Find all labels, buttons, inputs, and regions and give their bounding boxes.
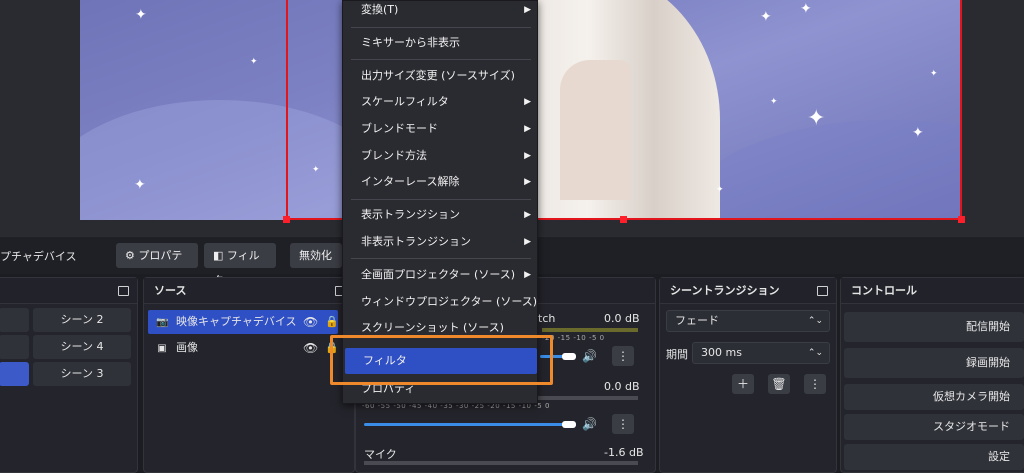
menu-item-blend-method[interactable]: ブレンド方法 ▶	[343, 143, 539, 169]
submenu-arrow-icon: ▶	[524, 177, 531, 187]
undock-icon[interactable]	[817, 286, 828, 296]
disable-button[interactable]: 無効化	[290, 243, 342, 268]
start-streaming-button[interactable]: 配信開始	[844, 312, 1024, 342]
gear-icon: ⚙	[125, 249, 135, 262]
highlight-annotation-box	[330, 335, 553, 385]
resize-handle[interactable]	[620, 216, 627, 223]
transition-menu-button[interactable]: ⋮	[804, 374, 826, 394]
camera-icon: 📷	[156, 317, 169, 328]
filter-icon: ◧	[213, 249, 224, 262]
menu-separator	[351, 27, 531, 28]
menu-item-deinterlace[interactable]: インターレース解除 ▶	[343, 169, 539, 195]
visibility-eye-icon[interactable]: 👁	[303, 336, 318, 360]
resize-handle[interactable]	[283, 216, 290, 223]
audio-meter	[364, 461, 638, 465]
settings-button[interactable]: 設定	[844, 444, 1024, 470]
star-sparkle: ✦	[135, 7, 147, 23]
mixer-channel-name: tch	[538, 312, 556, 325]
menu-item-hide-in-mixer[interactable]: ミキサーから非表示	[343, 30, 539, 56]
star-sparkle: ✦	[134, 177, 146, 193]
submenu-arrow-icon: ▶	[524, 97, 531, 107]
add-transition-button[interactable]: ＋	[732, 374, 754, 394]
scene-button[interactable]	[0, 335, 29, 359]
speaker-icon[interactable]: 🔊	[582, 349, 597, 363]
star-sparkle: ✦	[250, 57, 258, 67]
submenu-arrow-icon: ▶	[524, 237, 531, 247]
sources-dock-title: ソース	[144, 278, 354, 304]
audio-meter	[542, 328, 638, 332]
resize-handle[interactable]	[958, 216, 965, 223]
menu-separator	[351, 199, 531, 200]
volume-slider[interactable]	[364, 423, 576, 426]
transition-type-select[interactable]: フェード ⌃⌄	[666, 310, 830, 332]
submenu-arrow-icon: ▶	[524, 270, 531, 280]
source-item-image[interactable]: ▣ 画像 👁 🔒	[148, 336, 338, 360]
visibility-eye-icon[interactable]: 👁	[303, 310, 318, 334]
menu-item-fullscreen-projector[interactable]: 全画面プロジェクター (ソース) ▶	[343, 262, 539, 288]
start-recording-button[interactable]: 録画開始	[844, 348, 1024, 378]
scenes-dock-title	[0, 278, 137, 304]
menu-item-window-projector[interactable]: ウィンドウプロジェクター (ソース)	[343, 289, 539, 315]
mixer-channel-name: マイク	[364, 448, 397, 461]
menu-item-blend-mode[interactable]: ブレンドモード ▶	[343, 116, 539, 142]
undock-icon[interactable]	[118, 286, 129, 296]
controls-dock-title: コントロール	[841, 278, 1024, 304]
volume-slider-knob[interactable]	[562, 421, 576, 428]
mixer-menu-button[interactable]: ⋮	[612, 414, 634, 434]
menu-item-transform[interactable]: 変換(T) ▶	[343, 0, 539, 23]
sources-dock: ソース 📷 映像キャプチャデバイス 👁 🔒 ▣ 画像 👁 🔒	[143, 277, 355, 473]
mixer-channel-db: -1.6 dB	[604, 446, 644, 459]
start-virtual-camera-button[interactable]: 仮想カメラ開始	[844, 384, 1024, 410]
image-icon: ▣	[157, 343, 167, 354]
submenu-arrow-icon: ▶	[524, 5, 531, 15]
menu-item-show-transition[interactable]: 表示トランジション ▶	[343, 202, 539, 228]
scene-button[interactable]	[0, 308, 29, 332]
properties-button[interactable]: ⚙ プロパティ	[116, 243, 198, 287]
lock-icon[interactable]: 🔒	[325, 310, 339, 334]
delete-transition-button[interactable]: 🗑	[768, 374, 790, 394]
menu-item-scale-filter[interactable]: スケールフィルタ ▶	[343, 89, 539, 115]
mixer-channel-db: 0.0 dB	[604, 380, 640, 393]
menu-separator	[351, 59, 531, 60]
filter-button[interactable]: ◧ フィルタ	[204, 243, 276, 287]
source-item-video-capture[interactable]: 📷 映像キャプチャデバイス 👁 🔒	[148, 310, 339, 334]
menu-item-resize-output[interactable]: 出力サイズ変更 (ソースサイズ)	[343, 63, 539, 89]
menu-item-hide-transition[interactable]: 非表示トランジション ▶	[343, 229, 539, 255]
duration-label: 期間	[666, 348, 688, 361]
scenes-dock: シーン 2 シーン 4 シーン 3	[0, 277, 138, 473]
scene-transitions-dock: シーントランジション フェード ⌃⌄ 期間 300 ms ⌃⌄ ＋ 🗑 ⋮	[659, 277, 837, 473]
submenu-arrow-icon: ▶	[524, 210, 531, 220]
submenu-arrow-icon: ▶	[524, 151, 531, 161]
duration-spinbox[interactable]: 300 ms ⌃⌄	[692, 342, 830, 364]
chevron-updown-icon: ⌃⌄	[807, 316, 823, 326]
scene-button[interactable]: シーン 3	[33, 362, 131, 386]
trash-icon: 🗑	[771, 377, 787, 391]
studio-mode-button[interactable]: スタジオモード	[844, 414, 1024, 440]
speaker-icon[interactable]: 🔊	[582, 417, 597, 431]
mixer-channel-db: 0.0 dB	[604, 312, 640, 325]
volume-slider-knob[interactable]	[562, 353, 576, 360]
submenu-arrow-icon: ▶	[524, 124, 531, 134]
menu-separator	[351, 258, 531, 259]
scene-button-active[interactable]	[0, 362, 29, 386]
transitions-dock-title: シーントランジション	[660, 278, 836, 304]
scene-button[interactable]: シーン 2	[33, 308, 131, 332]
selected-source-label: プチャデバイス	[0, 250, 77, 263]
chevron-updown-icon[interactable]: ⌃⌄	[808, 343, 823, 363]
scene-button[interactable]: シーン 4	[33, 335, 131, 359]
mixer-menu-button[interactable]: ⋮	[612, 346, 634, 366]
